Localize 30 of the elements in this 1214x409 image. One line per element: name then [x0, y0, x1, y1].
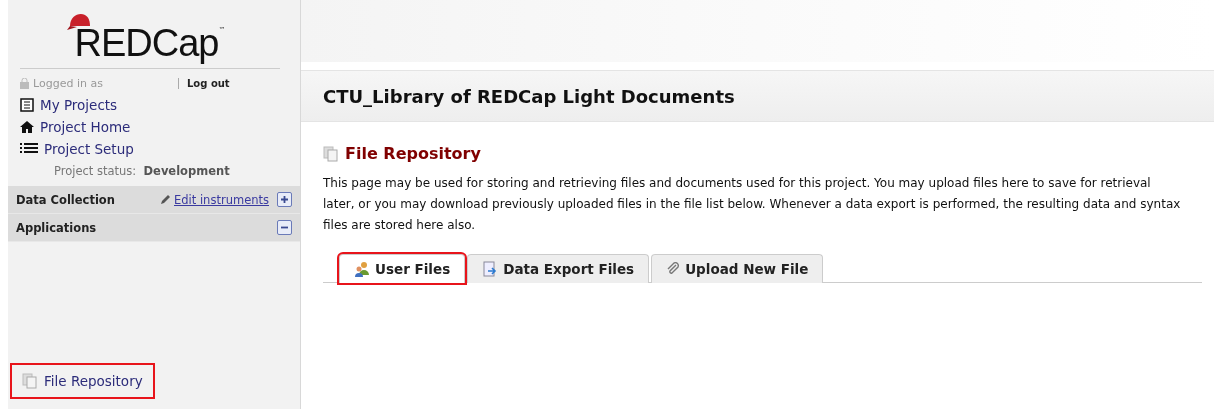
- logo: REDCap: [74, 24, 219, 62]
- list-icon: [20, 142, 38, 156]
- list-icon: [20, 98, 34, 112]
- page-description: This page may be used for storing and retrieving files and documents used for this project. You may upload files here to save for retrieval later, or you may download previously uploaded files in the file list below. Whenever a data export is performed, the resulting data and syntax files are stored here also.: [323, 175, 1182, 234]
- documents-icon: [323, 145, 339, 162]
- logged-in-label: Logged in as: [33, 77, 103, 90]
- project-title: CTU_Library of REDCap Light Documents: [301, 70, 1214, 122]
- document-export-icon: [482, 261, 499, 277]
- nav-link[interactable]: Project Home: [8, 116, 300, 138]
- documents-icon: [22, 373, 38, 389]
- tab[interactable]: Upload New File: [651, 254, 824, 283]
- plus-icon: [280, 195, 289, 204]
- home-icon: [20, 120, 34, 134]
- expand-button[interactable]: [277, 192, 292, 207]
- section-title: Data Collection: [16, 192, 116, 207]
- project-status: Project status: Development: [53, 163, 231, 180]
- edit-instruments-link[interactable]: Edit instruments: [160, 192, 269, 207]
- application-link[interactable]: File Repository: [10, 363, 155, 399]
- pencil-icon: [160, 194, 171, 205]
- tab[interactable]: Data Export Files: [467, 254, 650, 283]
- lock-icon: [20, 78, 29, 89]
- page-title: File Repository: [345, 144, 481, 163]
- logout-link[interactable]: Log out: [178, 78, 230, 89]
- tab[interactable]: User Files: [339, 254, 466, 283]
- paperclip-icon: [666, 262, 681, 276]
- nav-link[interactable]: Project Setup: [8, 138, 300, 160]
- collapse-button[interactable]: [277, 220, 292, 235]
- nav-link[interactable]: My Projects: [8, 94, 300, 116]
- section-title: Applications: [16, 220, 98, 235]
- users-icon: [354, 261, 370, 277]
